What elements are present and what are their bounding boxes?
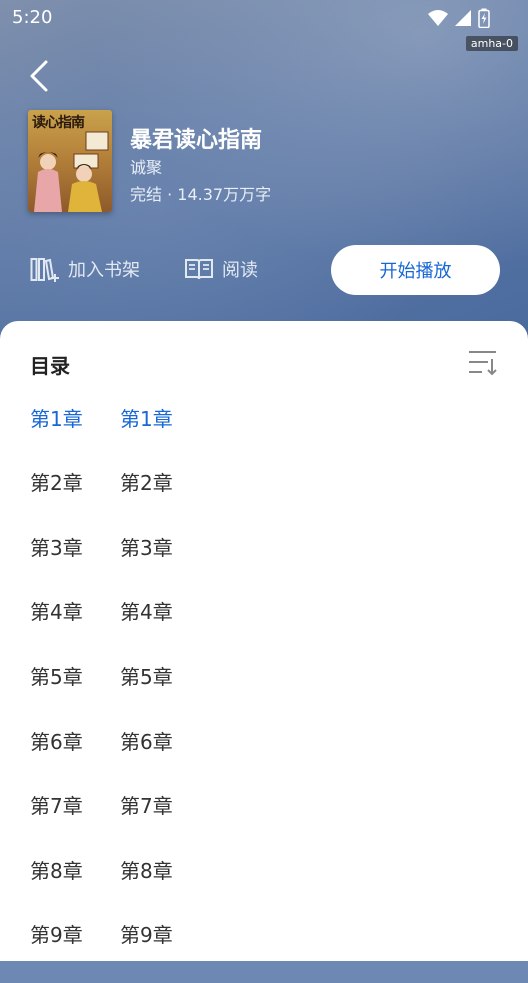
- read-label: 阅读: [222, 260, 258, 281]
- chapter-title: 第2章: [120, 471, 173, 495]
- start-play-button[interactable]: 开始播放: [331, 245, 500, 295]
- battery-icon: [478, 8, 490, 28]
- chapter-number: 第2章: [30, 471, 83, 495]
- chapter-item[interactable]: 第9章 第9章: [0, 919, 528, 983]
- chapter-number: 第7章: [30, 794, 83, 818]
- read-button[interactable]: 阅读: [184, 256, 258, 282]
- chapter-title: 第6章: [120, 730, 173, 754]
- chapter-item[interactable]: 第5章 第5章: [0, 661, 528, 725]
- table-of-contents-panel: 目录 第1章 第1章 第2章 第2章 第3章 第3章 第4章 第4章 第5章 第…: [0, 321, 528, 961]
- status-time: 5:20: [12, 7, 53, 28]
- add-to-shelf-label: 加入书架: [68, 260, 140, 281]
- chapter-title: 第4章: [120, 600, 173, 624]
- chapter-title: 第1章: [120, 407, 173, 431]
- chapter-item[interactable]: 第6章 第6章: [0, 726, 528, 790]
- chapter-title: 第8章: [120, 859, 173, 883]
- book-title: 暴君读心指南: [130, 128, 263, 153]
- chapter-item[interactable]: 第2章 第2章: [0, 467, 528, 531]
- chapter-title: 第7章: [120, 794, 173, 818]
- chapter-title: 第3章: [120, 536, 173, 560]
- chapter-item[interactable]: 第3章 第3章: [0, 532, 528, 596]
- chapter-number: 第6章: [30, 730, 83, 754]
- debug-badge: amha-0: [465, 36, 518, 51]
- chapter-item[interactable]: 第4章 第4章: [0, 596, 528, 660]
- cell-signal-icon: [455, 10, 471, 26]
- sort-order-icon[interactable]: [468, 349, 498, 377]
- chapter-number: 第8章: [30, 859, 83, 883]
- wifi-icon: [428, 10, 448, 26]
- chapter-number: 第4章: [30, 600, 83, 624]
- status-bar: 5:20: [0, 0, 528, 36]
- toc-heading: 目录: [30, 354, 70, 378]
- chapter-number: 第3章: [30, 536, 83, 560]
- cover-illustration: [34, 131, 109, 212]
- back-arrow-icon[interactable]: [26, 58, 56, 94]
- chapter-item[interactable]: 第1章 第1章: [0, 403, 528, 467]
- chapter-title: 第9章: [120, 923, 173, 947]
- add-to-shelf-button[interactable]: 加入书架: [30, 256, 140, 282]
- open-book-icon: [185, 259, 213, 280]
- chapter-number: 第9章: [30, 923, 83, 947]
- chapter-item[interactable]: 第7章 第7章: [0, 790, 528, 854]
- chapter-number: 第5章: [30, 665, 83, 689]
- book-author: 诚聚: [130, 158, 163, 177]
- book-cover: 读心指南: [28, 110, 112, 212]
- chapter-title: 第5章: [120, 665, 173, 689]
- chapter-item[interactable]: 第8章 第8章: [0, 855, 528, 919]
- bookshelf-add-icon: [30, 258, 59, 282]
- chapter-number: 第1章: [30, 407, 83, 431]
- book-meta: 完结 · 14.37万万字: [130, 185, 272, 204]
